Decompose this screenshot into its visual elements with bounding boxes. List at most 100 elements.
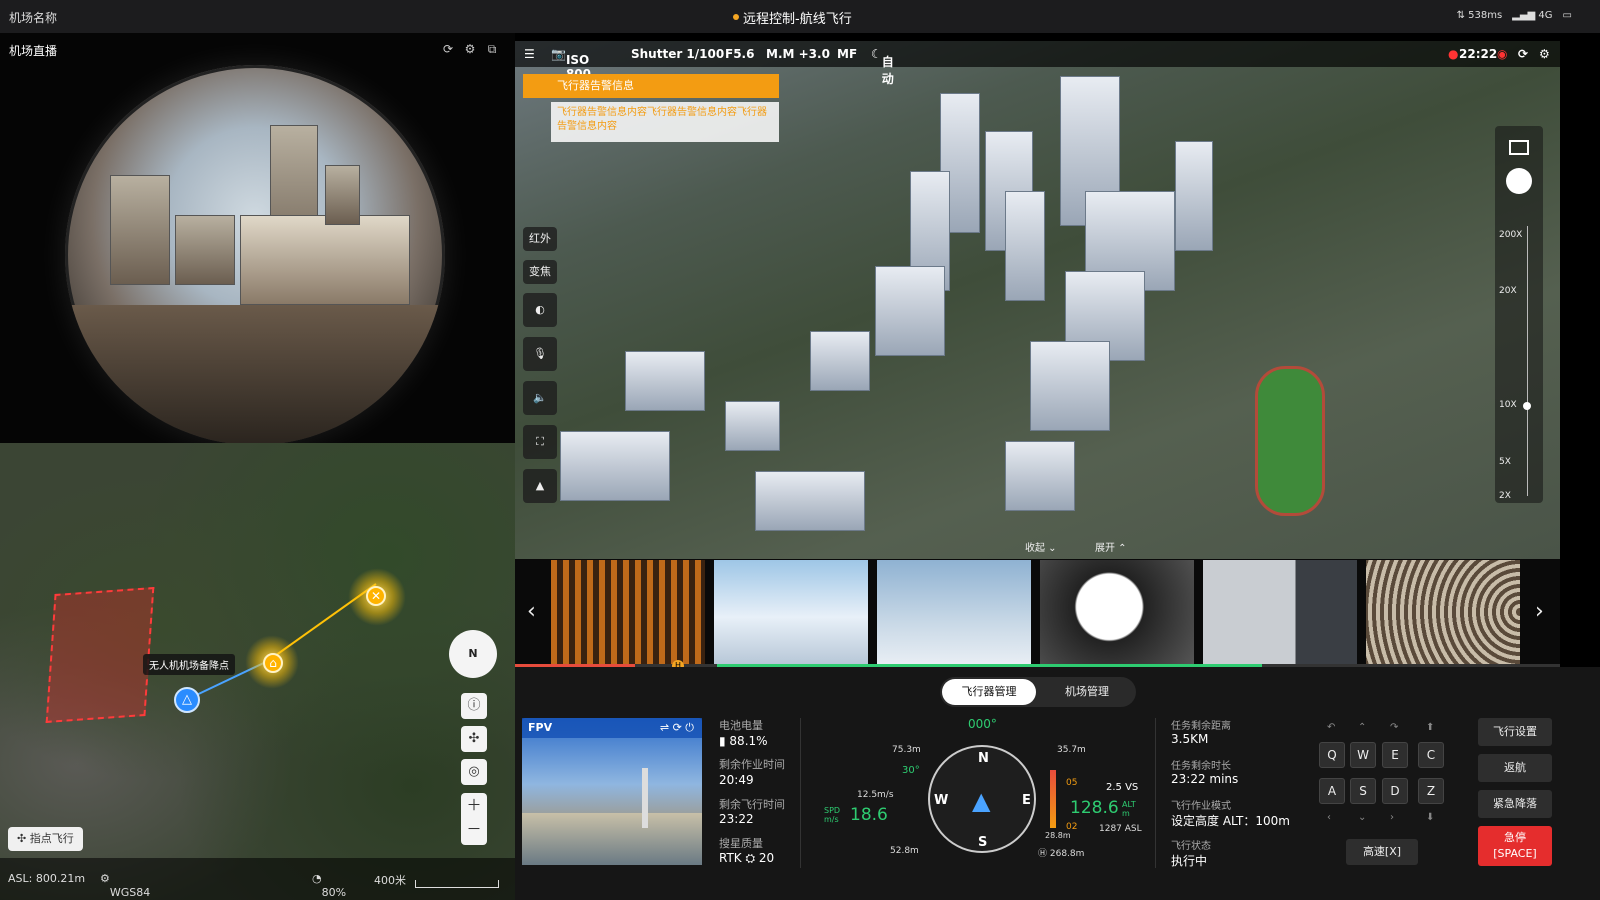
media-thumb[interactable] bbox=[1040, 560, 1194, 664]
key-c[interactable]: C bbox=[1418, 742, 1444, 768]
fpv-controls-icon[interactable]: ⇌ ⟳ ⏻ bbox=[660, 721, 694, 735]
popout-icon[interactable]: ⧉ bbox=[485, 42, 499, 56]
mission-mode: 设定高度 ALT：100m bbox=[1171, 814, 1290, 828]
fpv-label: FPV bbox=[528, 721, 553, 734]
map-compass-icon[interactable]: N bbox=[449, 630, 497, 678]
ascend-icon: ⬆ bbox=[1426, 722, 1435, 733]
warning-title[interactable]: 飞行器告警信息 bbox=[523, 74, 779, 98]
focus-mode[interactable]: MF bbox=[837, 47, 857, 61]
media-thumb[interactable] bbox=[1203, 560, 1357, 664]
mic-icon[interactable]: 🎙 bbox=[523, 337, 557, 371]
rotate-left-icon: ↶ bbox=[1327, 722, 1336, 733]
speaker-icon[interactable]: 🔈 bbox=[523, 381, 557, 415]
iso[interactable]: 📷 ISO 800 bbox=[551, 47, 591, 81]
refresh-icon[interactable]: ⟳ bbox=[441, 42, 455, 56]
key-d[interactable]: D bbox=[1382, 778, 1408, 804]
alt-label: ALT m bbox=[1122, 800, 1136, 818]
drone-icon: ✣ bbox=[17, 832, 30, 845]
photo-mode-icon[interactable] bbox=[1509, 140, 1529, 155]
drone-icon[interactable]: ✣ bbox=[461, 726, 487, 752]
map-panel[interactable]: ✕ ⌂ 无人机机场备降点 △ N ⓘ ✣ ◎ ＋－ ✣ 指点飞行 ASL: 80… bbox=[0, 443, 515, 900]
flight-settings-button[interactable]: 飞行设置 bbox=[1478, 718, 1552, 746]
mission-dist: 3.5KM bbox=[1171, 732, 1209, 746]
status-area: ⇅ 538ms ▂▄▆ 4G ▭ bbox=[1457, 10, 1572, 21]
live-panel: 机场直播 ⟳ ⚙ ⧉ bbox=[0, 33, 515, 445]
map-scale: 400米 bbox=[374, 874, 406, 887]
media-thumb[interactable] bbox=[877, 560, 1031, 664]
camera-toolbar: ☰ 📷 ISO 800 Shutter 1/100 F5.6 M.M +3.0 … bbox=[515, 41, 1560, 86]
exposure[interactable]: M.M +3.0 bbox=[766, 47, 830, 61]
home-distance: Ⓗ 268.8m bbox=[1038, 849, 1085, 859]
live-header: 机场直播 ⟳ ⚙ ⧉ bbox=[0, 33, 515, 65]
main-camera-view[interactable]: ☰ 📷 ISO 800 Shutter 1/100 F5.6 M.M +3.0 … bbox=[515, 41, 1560, 559]
key-z[interactable]: Z bbox=[1418, 778, 1444, 804]
fast-mode-button[interactable]: 高速[X] bbox=[1346, 839, 1418, 865]
tab-aircraft[interactable]: 飞行器管理 bbox=[942, 679, 1036, 705]
fisheye-video bbox=[65, 65, 445, 445]
emergency-stop-button[interactable]: 急停 [SPACE] bbox=[1478, 826, 1552, 866]
info-icon[interactable]: ⓘ bbox=[461, 693, 487, 719]
refresh-icon[interactable]: ⟳ bbox=[1518, 47, 1528, 61]
alternate-landing-icon[interactable]: △ bbox=[174, 687, 200, 713]
altitude: 128.6 bbox=[1070, 798, 1119, 818]
key-e[interactable]: E bbox=[1382, 742, 1408, 768]
shutter[interactable]: Shutter 1/100 bbox=[631, 47, 724, 61]
work-time-label: 剩余作业时间 bbox=[719, 758, 785, 771]
right-icon: › bbox=[1390, 812, 1394, 823]
zoom-thumb[interactable] bbox=[1523, 402, 1531, 410]
spd-label: SPD m/s bbox=[824, 806, 841, 824]
warning-body: 飞行器告警信息内容飞行器告警信息内容飞行器告警信息内容 bbox=[551, 102, 779, 142]
waypoint-marker[interactable]: ✕ bbox=[348, 568, 406, 626]
lens-icon[interactable]: ◐ bbox=[523, 293, 557, 327]
dock-marker[interactable]: ⌂ bbox=[245, 635, 299, 689]
zoom-2x: 2X bbox=[1499, 491, 1511, 501]
record-icon[interactable]: ◉ bbox=[1497, 47, 1507, 61]
auto-mode[interactable]: ☾ 自动 bbox=[871, 47, 894, 86]
zoom-button[interactable]: 变焦 bbox=[523, 260, 557, 284]
return-home-button[interactable]: 返航 bbox=[1478, 754, 1552, 782]
locate-icon[interactable]: ◎ bbox=[461, 759, 487, 785]
tab-dock[interactable]: 机场管理 bbox=[1040, 679, 1134, 705]
next-icon[interactable]: › bbox=[1535, 599, 1544, 624]
zoom-slider[interactable]: 200X 20X 10X 5X 2X bbox=[1495, 126, 1543, 503]
up-icon: ⌃ bbox=[1358, 722, 1367, 733]
gear-icon[interactable]: ⚙ bbox=[463, 42, 477, 56]
gear-icon[interactable]: ⚙ bbox=[1539, 47, 1550, 61]
mission-mode-label: 飞行作业模式 bbox=[1171, 801, 1231, 812]
battery-ring: ◔ 80% bbox=[312, 872, 347, 899]
mission-state-label: 飞行状态 bbox=[1171, 841, 1211, 852]
fullscreen-icon[interactable]: ⛶ bbox=[523, 425, 557, 459]
scale-bar bbox=[415, 880, 499, 888]
screen-icon[interactable]: ▭ bbox=[1563, 10, 1572, 21]
window-title: 远程控制-航线飞行 bbox=[743, 12, 852, 27]
fpv-video[interactable] bbox=[522, 718, 702, 865]
vs: 2.5 VS bbox=[1106, 782, 1139, 793]
emergency-land-button[interactable]: 紧急降落 bbox=[1478, 790, 1552, 818]
point-fly-button[interactable]: ✣ 指点飞行 bbox=[8, 827, 83, 851]
media-thumb[interactable] bbox=[714, 560, 868, 664]
media-thumb[interactable] bbox=[551, 560, 705, 664]
zoom-10x: 10X bbox=[1499, 400, 1517, 410]
mission-state: 执行中 bbox=[1171, 854, 1208, 868]
map-zoom[interactable]: ＋－ bbox=[461, 793, 487, 845]
coord-system: ⚙ WGS84 / UTM区域32N bbox=[100, 872, 151, 900]
collapse-button[interactable]: 收起 ⌄ bbox=[1025, 539, 1057, 554]
media-thumb[interactable] bbox=[1366, 560, 1520, 664]
zoom-5x: 5X bbox=[1499, 457, 1511, 467]
status-dot bbox=[733, 14, 739, 20]
key-a[interactable]: A bbox=[1319, 778, 1345, 804]
key-s[interactable]: S bbox=[1350, 778, 1376, 804]
expand-button[interactable]: 展开 ⌃ bbox=[1095, 539, 1127, 554]
pitch: 30° bbox=[902, 765, 920, 776]
key-w[interactable]: W bbox=[1350, 742, 1376, 768]
aperture[interactable]: F5.6 bbox=[725, 47, 754, 61]
map-status-bar: ASL: 800.21m ⚙ WGS84 / UTM区域32N ◔ 80% 40… bbox=[0, 858, 515, 900]
prev-icon[interactable]: ‹ bbox=[527, 599, 536, 624]
infrared-button[interactable]: 红外 bbox=[523, 227, 557, 251]
shutter-button[interactable] bbox=[1506, 168, 1532, 194]
menu-icon[interactable]: ☰ bbox=[524, 47, 535, 61]
mission-time-label: 任务剩余时长 bbox=[1171, 761, 1231, 772]
media-gallery: ‹ › bbox=[515, 559, 1560, 667]
key-q[interactable]: Q bbox=[1319, 742, 1345, 768]
navigate-icon[interactable]: ▲ bbox=[523, 469, 557, 503]
